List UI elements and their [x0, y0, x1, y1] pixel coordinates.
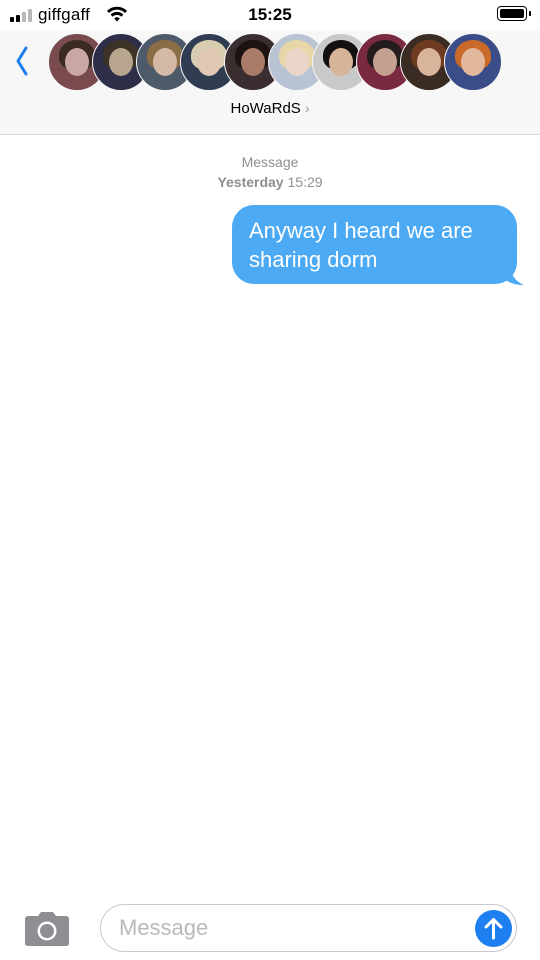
- avatar-shoulders: [141, 76, 191, 90]
- timestamp-label: Message: [241, 154, 299, 170]
- avatar-face: [241, 48, 265, 76]
- conversation-header: HoWaRdS ›: [0, 30, 540, 135]
- battery-fill: [500, 9, 524, 18]
- timestamp-datetime: Yesterday 15:29: [0, 172, 540, 192]
- avatar-shoulders: [361, 76, 411, 90]
- timestamp-day: Yesterday: [217, 174, 284, 190]
- arrow-up-icon: [484, 918, 503, 940]
- avatar-shoulders: [405, 76, 455, 90]
- messages-screen: giffgaff 15:25 HoWaRdS › Message Yesterda…: [0, 0, 540, 960]
- timestamp-time: 15:29: [287, 174, 323, 190]
- message-input-container: [100, 904, 517, 952]
- group-name-button[interactable]: HoWaRdS ›: [0, 100, 540, 117]
- avatar-shoulders: [317, 76, 367, 90]
- avatar-shoulders: [229, 76, 279, 90]
- outgoing-message-bubble[interactable]: Anyway I heard we are sharing dorm: [232, 205, 517, 284]
- battery-icon: [497, 6, 531, 21]
- participant-avatars[interactable]: [48, 33, 502, 93]
- send-button[interactable]: [475, 910, 512, 947]
- avatar-shoulders: [185, 76, 235, 90]
- status-time: 15:25: [248, 5, 292, 24]
- message-input[interactable]: [119, 913, 459, 943]
- message-timestamp: Message Yesterday 15:29: [0, 152, 540, 192]
- participant-avatar[interactable]: [444, 33, 502, 91]
- avatar-face: [197, 48, 221, 76]
- status-bar: giffgaff 15:25: [0, 0, 540, 30]
- avatar-face: [153, 48, 177, 76]
- avatar-shoulders: [53, 76, 103, 90]
- chevron-right-icon: ›: [304, 100, 310, 116]
- avatar-face: [65, 48, 89, 76]
- compose-bar: [0, 895, 540, 960]
- camera-icon[interactable]: [24, 911, 70, 947]
- avatar-face: [373, 48, 397, 76]
- avatar-face: [329, 48, 353, 76]
- avatar-shoulders: [449, 76, 499, 90]
- avatar-shoulders: [97, 76, 147, 90]
- avatar-face: [285, 48, 309, 76]
- battery-nub: [529, 11, 531, 16]
- avatar-face: [417, 48, 441, 76]
- avatar-face: [109, 48, 133, 76]
- avatar-shoulders: [273, 76, 323, 90]
- avatar-face: [461, 48, 485, 76]
- group-name: HoWaRdS: [230, 100, 301, 117]
- bubble-tail: [502, 262, 524, 285]
- chevron-left-icon[interactable]: [10, 40, 40, 80]
